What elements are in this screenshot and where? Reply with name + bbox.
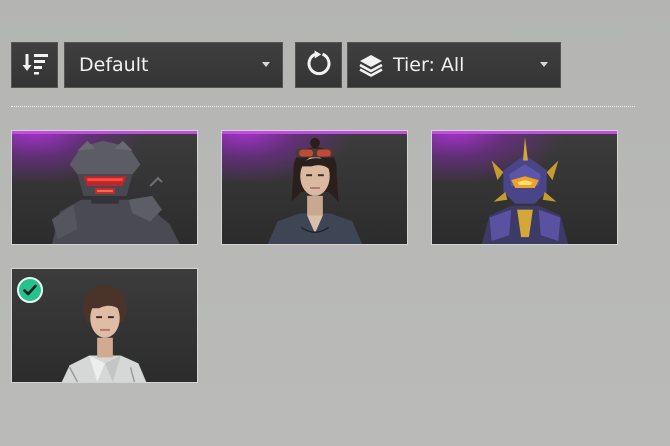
goggles-girl-portrait [267,137,363,244]
equipped-check-badge [17,277,43,303]
outfit-card-purple-armor[interactable] [431,130,618,245]
outfit-card-white-jacket[interactable] [11,268,198,383]
outfit-card-goggles-girl[interactable] [221,130,408,245]
chevron-down-icon [262,62,270,67]
toolbar-divider [11,106,635,107]
outfit-card-robot-helmet[interactable] [11,130,198,245]
checkmark-icon [23,281,37,300]
refresh-icon [305,49,333,81]
layers-icon [358,53,384,77]
tier-filter-value: Tier: All [393,54,465,76]
sort-descending-icon [21,51,49,79]
sort-order-button[interactable] [11,42,58,88]
sort-dropdown[interactable]: Default [64,42,283,88]
chevron-down-icon [540,62,548,67]
sort-dropdown-value: Default [79,54,149,76]
tier-filter-dropdown[interactable]: Tier: All [347,42,561,88]
robot-helmet-portrait [51,140,180,244]
purple-armor-portrait [481,136,569,244]
reset-filter-button[interactable] [295,42,342,88]
